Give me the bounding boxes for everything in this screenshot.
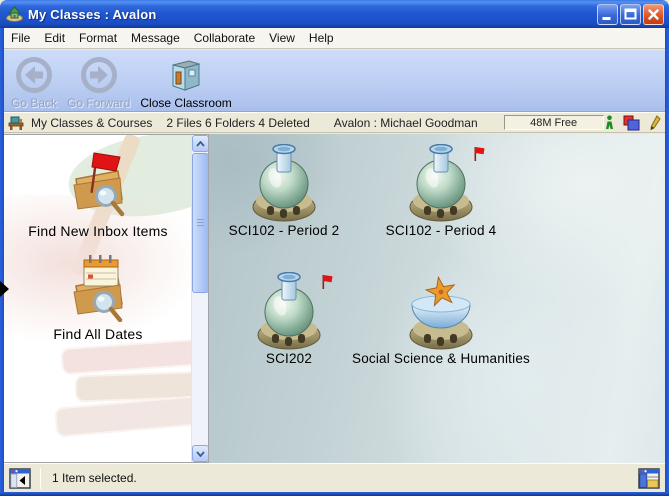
layout-panels-icon[interactable] xyxy=(638,468,660,489)
status-message: 1 Item selected. xyxy=(52,471,638,485)
content-area: Find New Inbox Items xyxy=(0,134,669,463)
menu-bar: File Edit Format Message Collaborate Vie… xyxy=(0,28,669,49)
layers-icon[interactable] xyxy=(623,115,640,131)
folder-flag-search-icon xyxy=(62,147,134,219)
classroom-building-icon xyxy=(167,55,205,95)
course-label: Social Science & Humanities xyxy=(321,351,561,366)
minimize-icon xyxy=(599,6,616,23)
location-label: My Classes & Courses xyxy=(31,116,152,130)
pencil-icon[interactable] xyxy=(649,115,661,131)
chevron-up-icon xyxy=(196,141,205,147)
window-border-left xyxy=(0,28,4,496)
window-title: My Classes : Avalon xyxy=(28,7,595,22)
person-icon[interactable] xyxy=(605,115,614,130)
classroom-app-icon xyxy=(6,6,23,22)
toggle-left-panel-icon[interactable] xyxy=(9,468,31,489)
course-sci102-period4[interactable]: SCI102 - Period 4 xyxy=(321,144,561,238)
titlebar[interactable]: My Classes : Avalon xyxy=(0,0,669,28)
sidebar-item-label: Find New Inbox Items xyxy=(8,223,188,239)
watermark-book xyxy=(54,394,209,437)
course-label: SCI102 - Period 4 xyxy=(321,223,561,238)
classes-panel: SCI102 - Period 2 SCI102 - Period 4 SCI2… xyxy=(209,134,669,463)
minimize-button[interactable] xyxy=(597,4,618,25)
go-forward-label: Go Forward xyxy=(67,96,130,110)
circle-arrow-left-icon xyxy=(14,55,54,95)
window-border-right xyxy=(665,28,669,496)
sidebar-scrollbar[interactable] xyxy=(191,135,208,462)
flask-course-icon xyxy=(405,144,477,222)
course-social-science[interactable]: Social Science & Humanities xyxy=(321,272,561,366)
sidebar-expand-handle-icon[interactable] xyxy=(0,281,9,297)
window-border-bottom xyxy=(0,492,669,496)
close-icon xyxy=(645,6,662,23)
new-items-flag-icon xyxy=(473,146,486,162)
item-counts: 2 Files 6 Folders 4 Deleted xyxy=(166,116,309,130)
menu-file[interactable]: File xyxy=(4,29,37,47)
menu-collaborate[interactable]: Collaborate xyxy=(187,29,262,47)
go-forward-button[interactable]: Go Forward xyxy=(62,54,135,111)
go-back-button[interactable]: Go Back xyxy=(6,54,62,111)
watermark-book xyxy=(60,338,209,375)
sidebar-item-find-new-inbox[interactable]: Find New Inbox Items xyxy=(8,147,188,239)
menu-format[interactable]: Format xyxy=(72,29,124,47)
shortcuts-sidebar: Find New Inbox Items xyxy=(2,134,209,463)
flask-course-icon xyxy=(248,144,320,222)
close-classroom-button[interactable]: Close Classroom xyxy=(135,54,236,111)
maximize-button[interactable] xyxy=(620,4,641,25)
menu-message[interactable]: Message xyxy=(124,29,187,47)
application-window: My Classes : Avalon File Edit Format Mes… xyxy=(0,0,669,496)
desk-icon xyxy=(8,115,24,130)
scrollbar-thumb[interactable] xyxy=(192,153,209,293)
bowl-starfish-course-icon xyxy=(405,272,477,350)
folder-calendar-search-icon xyxy=(62,250,134,322)
menu-edit[interactable]: Edit xyxy=(37,29,72,47)
circle-arrow-right-icon xyxy=(79,55,119,95)
flask-course-icon xyxy=(253,272,325,350)
scroll-down-button[interactable] xyxy=(192,445,209,462)
go-back-label: Go Back xyxy=(11,96,57,110)
info-bar: My Classes & Courses 2 Files 6 Folders 4… xyxy=(0,112,669,133)
toolbar: Go Back Go Forward Close Classroom xyxy=(0,50,669,112)
info-bar-icons xyxy=(605,115,661,131)
free-space-indicator: 48M Free xyxy=(504,115,604,130)
menu-view[interactable]: View xyxy=(262,29,302,47)
close-button[interactable] xyxy=(643,4,664,25)
scroll-up-button[interactable] xyxy=(192,135,209,152)
sidebar-item-find-all-dates[interactable]: Find All Dates xyxy=(8,250,188,342)
watermark-book xyxy=(75,371,209,403)
close-classroom-label: Close Classroom xyxy=(140,96,231,110)
server-user: Avalon : Michael Goodman xyxy=(334,116,478,130)
sidebar-item-label: Find All Dates xyxy=(8,326,188,342)
status-separator xyxy=(40,468,41,489)
chevron-down-icon xyxy=(196,451,205,457)
maximize-icon xyxy=(622,6,639,23)
status-bar: 1 Item selected. xyxy=(0,463,669,492)
scrollbar-grip xyxy=(197,219,204,227)
menu-help[interactable]: Help xyxy=(302,29,341,47)
